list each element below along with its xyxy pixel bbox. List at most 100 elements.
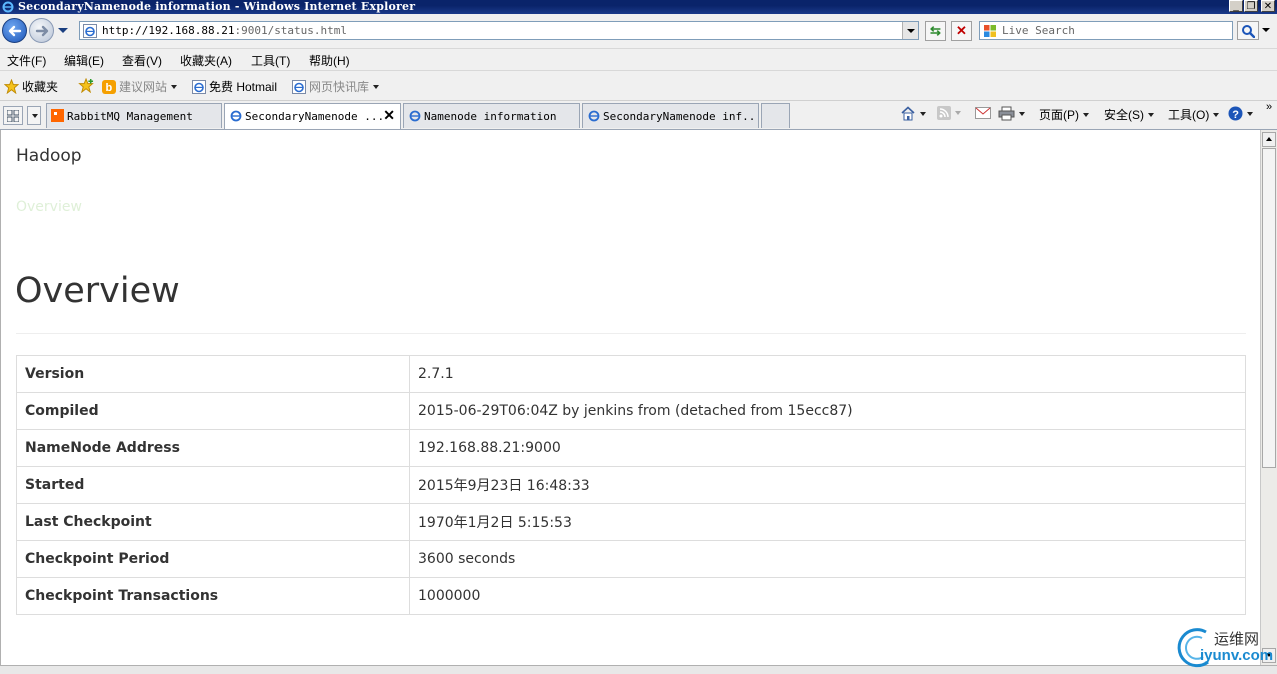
svg-text:b: b bbox=[106, 82, 113, 94]
row-value: 192.168.88.21:9000 bbox=[409, 429, 1246, 467]
tab-secondary-namenode-active[interactable]: SecondaryNamenode ... ✕ bbox=[224, 103, 401, 129]
bing-b-icon: b bbox=[102, 80, 116, 94]
search-input[interactable]: Live Search bbox=[979, 21, 1233, 40]
menu-help[interactable]: 帮助(H) bbox=[309, 52, 350, 69]
home-button[interactable] bbox=[900, 106, 926, 121]
back-arrow-icon bbox=[8, 25, 22, 37]
forward-button[interactable] bbox=[29, 18, 54, 43]
table-row: NameNode Address 192.168.88.21:9000 bbox=[16, 429, 1246, 467]
address-toolbar: http://192.168.88.21:9001/status.html ⇆ … bbox=[0, 14, 1277, 49]
search-options-dropdown[interactable] bbox=[1262, 28, 1270, 32]
page-heading: Overview bbox=[15, 271, 180, 311]
refresh-icon: ⇆ bbox=[930, 23, 941, 38]
ie-page-icon bbox=[588, 110, 600, 122]
ie-page-icon bbox=[292, 80, 306, 94]
tools-menu-button[interactable]: 工具(O) bbox=[1168, 106, 1220, 123]
home-icon bbox=[901, 106, 915, 121]
ie-page-icon bbox=[230, 110, 242, 122]
nav-link-overview[interactable]: Overview bbox=[16, 199, 82, 215]
row-value: 2.7.1 bbox=[409, 355, 1246, 393]
row-key: Compiled bbox=[16, 392, 410, 430]
fav-hotmail[interactable]: 免费 Hotmail bbox=[192, 78, 277, 95]
table-row: Checkpoint Period 3600 seconds bbox=[16, 540, 1246, 578]
tab-namenode[interactable]: Namenode information bbox=[403, 103, 580, 128]
help-button[interactable]: ? bbox=[1228, 106, 1253, 121]
table-row: Version 2.7.1 bbox=[16, 355, 1246, 393]
menu-bar: 文件(F) 编辑(E) 查看(V) 收藏夹(A) 工具(T) 帮助(H) bbox=[0, 49, 1277, 71]
row-value: 3600 seconds bbox=[409, 540, 1246, 578]
magnifier-icon bbox=[1242, 25, 1255, 38]
scrollbar-thumb[interactable] bbox=[1262, 148, 1276, 468]
quick-tabs-button[interactable] bbox=[3, 106, 23, 125]
row-value: 2015年9月23日 16:48:33 bbox=[409, 466, 1246, 504]
help-icon: ? bbox=[1228, 106, 1243, 121]
watermark-line1: 运维网 bbox=[1214, 631, 1260, 648]
address-dropdown[interactable] bbox=[902, 22, 918, 39]
brand-title[interactable]: Hadoop bbox=[16, 146, 82, 166]
printer-icon bbox=[998, 106, 1015, 121]
back-button[interactable] bbox=[2, 18, 27, 43]
add-to-favorites-button[interactable] bbox=[78, 78, 98, 93]
ie-logo-icon bbox=[2, 1, 14, 13]
page-viewport: Hadoop Overview Overview Version 2.7.1 Co… bbox=[0, 130, 1260, 665]
page-ie-icon bbox=[83, 24, 97, 38]
tab-rabbitmq[interactable]: RabbitMQ Management bbox=[46, 103, 222, 128]
row-value: 2015-06-29T06:04Z by jenkins from (detac… bbox=[409, 392, 1246, 430]
address-text: http://192.168.88.21:9001/status.html bbox=[102, 24, 348, 37]
minimize-button[interactable]: _ bbox=[1229, 0, 1243, 12]
watermark-line2: iyunv.com bbox=[1200, 647, 1274, 664]
favorites-button[interactable]: 收藏夹 bbox=[4, 78, 58, 95]
tab-list-dropdown[interactable] bbox=[27, 106, 41, 125]
page-menu-button[interactable]: 页面(P) bbox=[1039, 106, 1089, 123]
ie-page-icon bbox=[409, 110, 421, 122]
row-key: Started bbox=[16, 466, 410, 504]
add-favorite-star-icon bbox=[78, 78, 94, 93]
print-button[interactable] bbox=[998, 106, 1025, 121]
chevron-up-icon bbox=[1266, 137, 1272, 141]
fav-suggested-sites[interactable]: b 建议网站 bbox=[102, 78, 178, 95]
more-commands-chevron-icon[interactable]: » bbox=[1266, 101, 1272, 113]
close-tab-icon[interactable]: ✕ bbox=[383, 107, 395, 124]
row-key: Version bbox=[16, 355, 410, 393]
rabbitmq-icon bbox=[51, 109, 64, 122]
overview-table: Version 2.7.1 Compiled 2015-06-29T06:04Z b… bbox=[16, 355, 1246, 615]
menu-favorites[interactable]: 收藏夹(A) bbox=[180, 52, 232, 69]
window-title: SecondaryNamenode information - Windows … bbox=[18, 0, 416, 13]
star-icon bbox=[4, 79, 19, 94]
row-key: Checkpoint Transactions bbox=[16, 577, 410, 615]
vertical-scrollbar[interactable] bbox=[1260, 130, 1277, 665]
menu-file[interactable]: 文件(F) bbox=[7, 52, 46, 69]
address-input[interactable]: http://192.168.88.21:9001/status.html bbox=[79, 21, 919, 40]
ie-page-icon bbox=[192, 80, 206, 94]
refresh-button[interactable]: ⇆ bbox=[925, 21, 946, 41]
fav-web-slice-gallery[interactable]: 网页快讯库 bbox=[292, 78, 380, 95]
mail-icon bbox=[975, 107, 991, 119]
forward-arrow-icon bbox=[35, 25, 49, 37]
menu-edit[interactable]: 编辑(E) bbox=[64, 52, 104, 69]
svg-text:?: ? bbox=[1232, 109, 1239, 121]
window-title-bar[interactable]: SecondaryNamenode information - Windows … bbox=[0, 0, 1277, 14]
stop-button[interactable]: ✕ bbox=[951, 21, 972, 41]
new-tab-button[interactable] bbox=[761, 103, 790, 128]
read-mail-button[interactable] bbox=[975, 106, 991, 120]
scroll-up-button[interactable] bbox=[1262, 132, 1276, 147]
favorites-bar: 收藏夹 b 建议网站 免费 Hotmail 网页快讯库 bbox=[0, 71, 1277, 101]
table-row: Last Checkpoint 1970年1月2日 5:15:53 bbox=[16, 503, 1246, 541]
quick-tabs-grid-icon bbox=[7, 110, 19, 122]
stop-icon: ✕ bbox=[956, 23, 967, 38]
tab-secondary-namenode[interactable]: SecondaryNamenode inf... bbox=[582, 103, 759, 128]
restore-button[interactable]: ❐ bbox=[1244, 0, 1258, 12]
feeds-button[interactable] bbox=[937, 106, 961, 120]
safety-menu-button[interactable]: 安全(S) bbox=[1104, 106, 1154, 123]
search-button[interactable] bbox=[1237, 21, 1259, 40]
row-key: Checkpoint Period bbox=[16, 540, 410, 578]
search-placeholder: Live Search bbox=[1002, 24, 1075, 37]
windows-logo-icon bbox=[984, 25, 996, 37]
site-watermark: 运维网 iyunv.com bbox=[1172, 626, 1277, 670]
row-key: Last Checkpoint bbox=[16, 503, 410, 541]
menu-view[interactable]: 查看(V) bbox=[122, 52, 162, 69]
rss-feed-icon bbox=[937, 106, 951, 120]
close-window-button[interactable]: ✕ bbox=[1261, 0, 1275, 12]
menu-tools[interactable]: 工具(T) bbox=[251, 52, 290, 69]
recent-pages-dropdown[interactable] bbox=[58, 28, 68, 33]
